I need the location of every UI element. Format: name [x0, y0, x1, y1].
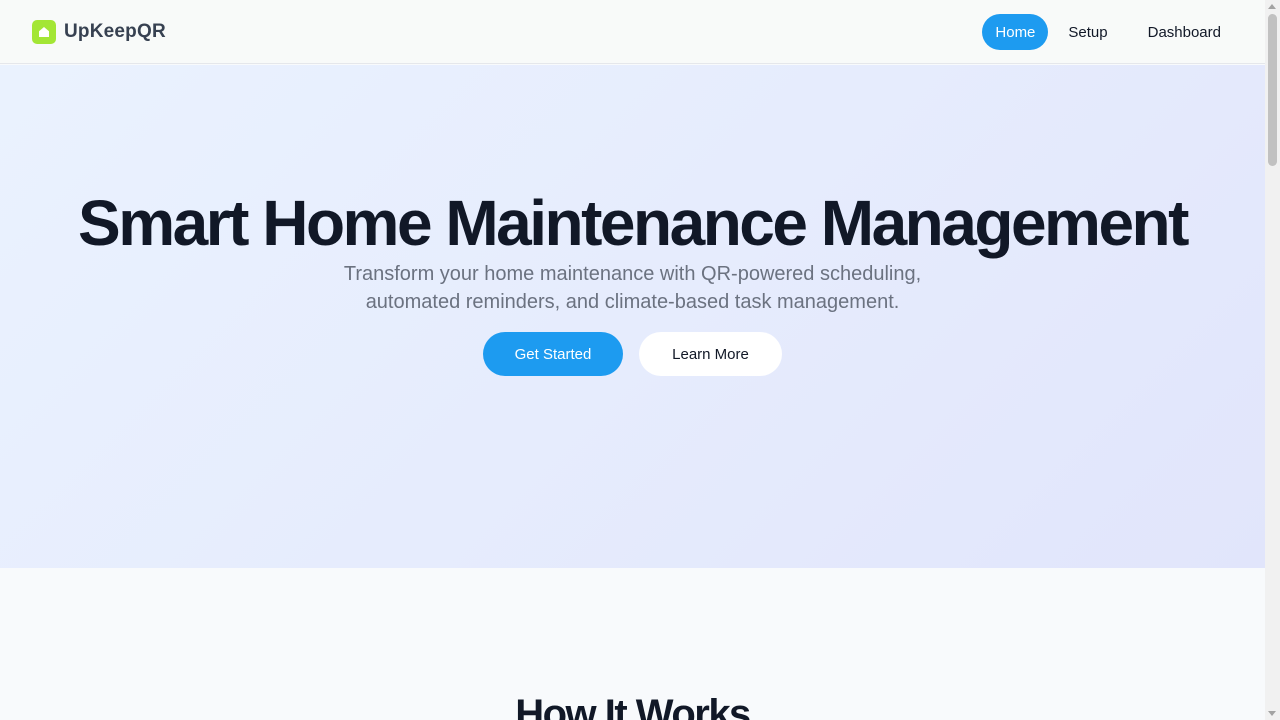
hero-subtitle: Transform your home maintenance with QR-…: [0, 260, 1265, 316]
scroll-up-icon[interactable]: [1268, 4, 1276, 9]
get-started-button[interactable]: Get Started: [483, 332, 623, 376]
brand[interactable]: UpKeepQR: [32, 20, 166, 44]
brand-name: UpKeepQR: [64, 21, 166, 42]
home-icon: [39, 27, 49, 37]
hero-buttons: Get Started Learn More: [0, 332, 1265, 376]
scroll-down-icon[interactable]: [1268, 711, 1276, 716]
nav-links: Home Setup Dashboard: [982, 14, 1237, 50]
page: UpKeepQR Home Setup Dashboard Smart Home…: [0, 0, 1265, 720]
hero-subtitle-line-2: automated reminders, and climate-based t…: [365, 291, 900, 313]
how-it-works-title: How It Works: [515, 692, 751, 720]
nav-link-home[interactable]: Home: [982, 14, 1049, 50]
page-scrollbar[interactable]: [1265, 0, 1280, 720]
hero-subtitle-line-1: Transform your home maintenance with QR-…: [343, 263, 922, 285]
nav-link-setup[interactable]: Setup: [1052, 14, 1123, 50]
scrollbar-thumb[interactable]: [1268, 14, 1277, 166]
learn-more-button[interactable]: Learn More: [639, 332, 782, 376]
nav-link-dashboard[interactable]: Dashboard: [1132, 14, 1237, 50]
brand-logo: [32, 20, 56, 44]
hero-title: Smart Home Maintenance Management: [78, 187, 1189, 259]
top-navbar: UpKeepQR Home Setup Dashboard: [0, 0, 1265, 64]
hero-section: Smart Home Maintenance Management Transf…: [0, 65, 1265, 568]
